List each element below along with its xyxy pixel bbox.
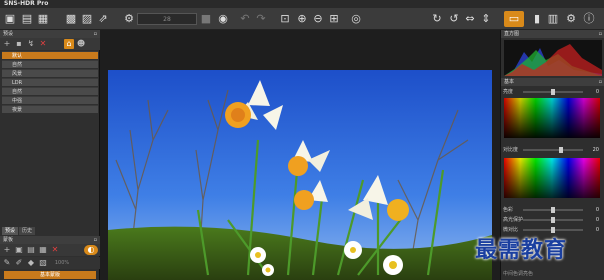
mask-delete-icon[interactable]: ✕ — [50, 245, 60, 255]
image-viewer[interactable] — [100, 30, 500, 280]
zoom-out-icon[interactable]: ⊖ — [311, 11, 325, 27]
panel-close-icon[interactable]: ▫ — [599, 78, 602, 86]
mask-open-icon[interactable]: ▣ — [14, 245, 24, 255]
tab-presets[interactable]: 预设 — [2, 227, 19, 235]
preset-item[interactable]: 风景 — [2, 69, 98, 77]
brush-icon[interactable]: ✎ — [2, 258, 12, 268]
open-image-icon[interactable]: ▦ — [36, 11, 50, 27]
home-icon[interactable]: ⌂ — [64, 39, 74, 49]
fill-icon[interactable]: ◆ — [26, 258, 36, 268]
import-preset-icon[interactable]: ↯ — [26, 39, 36, 49]
info-icon[interactable]: ⓘ — [582, 11, 596, 27]
display-mode-icon[interactable]: ▭ — [504, 11, 524, 27]
preset-item[interactable]: 中强 — [2, 96, 98, 104]
left-tabs: 预设 历史 — [2, 227, 36, 235]
save-preset-icon[interactable]: ▪ — [14, 39, 24, 49]
contrast-slider[interactable]: 对比度 20 — [503, 146, 601, 154]
preset-item[interactable]: 自然 — [2, 87, 98, 95]
saturation-slider[interactable]: 色彩 0 — [503, 206, 601, 214]
mask-save-icon[interactable]: ▤ — [26, 245, 36, 255]
camera-icon[interactable]: ◉ — [216, 11, 230, 27]
rotate-cw-icon[interactable]: ↻ — [430, 11, 444, 27]
daffodil-photo — [108, 70, 492, 280]
app-title: SNS-HDR Pro — [4, 0, 49, 7]
brush-toolbar: ✎ ✐ ◆ ▧ 100% — [0, 257, 100, 269]
open-folder-icon[interactable]: ▣ — [3, 11, 17, 27]
redo-icon[interactable]: ↷ — [254, 11, 268, 27]
panel-close-icon[interactable]: ▫ — [94, 236, 97, 244]
hdr-photo[interactable] — [108, 70, 492, 280]
flip-vertical-icon[interactable]: ⇕ — [479, 11, 493, 27]
contrast-color-map[interactable] — [504, 158, 600, 198]
tab-history[interactable]: 历史 — [19, 227, 36, 235]
panel-close-icon[interactable]: ▫ — [599, 30, 602, 38]
eraser-icon[interactable]: ✐ — [14, 258, 24, 268]
midtone-label: 中间色调亮色 — [503, 271, 534, 277]
preset-item[interactable]: 夜景 — [2, 105, 98, 113]
left-panel: 预设 ▫ + ▪ ↯ ✕ ⌂ ☻ 默认 自然 风景 LDR 自然 中强 夜景 预设… — [0, 30, 100, 280]
presets-header: 预设 ▫ — [0, 30, 100, 38]
preset-item[interactable]: 自然 — [2, 60, 98, 68]
basic-mask-button[interactable]: 基本蒙版 — [4, 271, 96, 279]
histogram — [504, 40, 602, 76]
preview-eye-icon[interactable]: ◎ — [349, 11, 363, 27]
brightness-color-map[interactable] — [504, 98, 600, 138]
save-icon[interactable]: ▩ — [64, 11, 78, 27]
rotate-ccw-icon[interactable]: ↺ — [447, 11, 461, 27]
mask-toolbar: + ▣ ▤ ▦ ✕ ◐ — [0, 244, 100, 256]
delete-preset-icon[interactable]: ✕ — [38, 39, 48, 49]
user-presets-icon[interactable]: ☻ — [76, 39, 86, 49]
mask-copy-icon[interactable]: ▦ — [38, 245, 48, 255]
preset-item[interactable]: 默认 — [2, 51, 98, 59]
watermark-text: 最需教育 — [475, 237, 568, 263]
mask-new-icon[interactable]: + — [2, 245, 12, 255]
zoom-field[interactable]: 28 — [137, 13, 197, 25]
title-bar: SNS-HDR Pro — [0, 0, 604, 8]
gradient-icon[interactable]: ▧ — [38, 258, 48, 268]
zoom-in-icon[interactable]: ⊕ — [295, 11, 309, 27]
highlight-protection-slider[interactable]: 高光保护 0 — [503, 216, 601, 224]
gear-icon[interactable]: ⚙ — [564, 11, 578, 27]
fit-screen-icon[interactable]: ⊡ — [278, 11, 292, 27]
mask-header: 蒙板 ▫ — [0, 236, 100, 244]
mask-mode-icon[interactable]: ◐ — [84, 245, 98, 255]
preset-item[interactable]: LDR — [2, 78, 98, 86]
flip-horizontal-icon[interactable]: ⇔ — [463, 11, 477, 27]
main-toolbar: ▣ ▤ ▦ ▩ ▨ ⇗ ⚙ 28 ■ ◉ ↶ ↷ ⊡ ⊕ ⊖ ⊞ ◎ ↻ ↺ ⇔… — [0, 8, 604, 30]
layout-split-icon[interactable]: ▥ — [546, 11, 560, 27]
undo-icon[interactable]: ↶ — [238, 11, 252, 27]
stop-icon[interactable]: ■ — [199, 11, 213, 27]
presets-toolbar: + ▪ ↯ ✕ ⌂ ☻ — [0, 38, 100, 50]
export-icon[interactable]: ⇗ — [96, 11, 110, 27]
mask-zoom-value[interactable]: 100% — [50, 258, 74, 268]
layout-single-icon[interactable]: ▮ — [530, 11, 544, 27]
brightness-slider[interactable]: 亮度 0 — [503, 88, 601, 96]
new-file-icon[interactable]: ▤ — [20, 11, 34, 27]
histogram-header: 直方图 ▫ — [501, 30, 604, 38]
basic-header: 基本 ▫ — [501, 78, 604, 86]
save-as-icon[interactable]: ▨ — [80, 11, 94, 27]
settings-link-icon[interactable]: ⚙ — [122, 11, 136, 27]
panel-close-icon[interactable]: ▫ — [94, 30, 97, 38]
actual-size-icon[interactable]: ⊞ — [327, 11, 341, 27]
add-preset-icon[interactable]: + — [2, 39, 12, 49]
